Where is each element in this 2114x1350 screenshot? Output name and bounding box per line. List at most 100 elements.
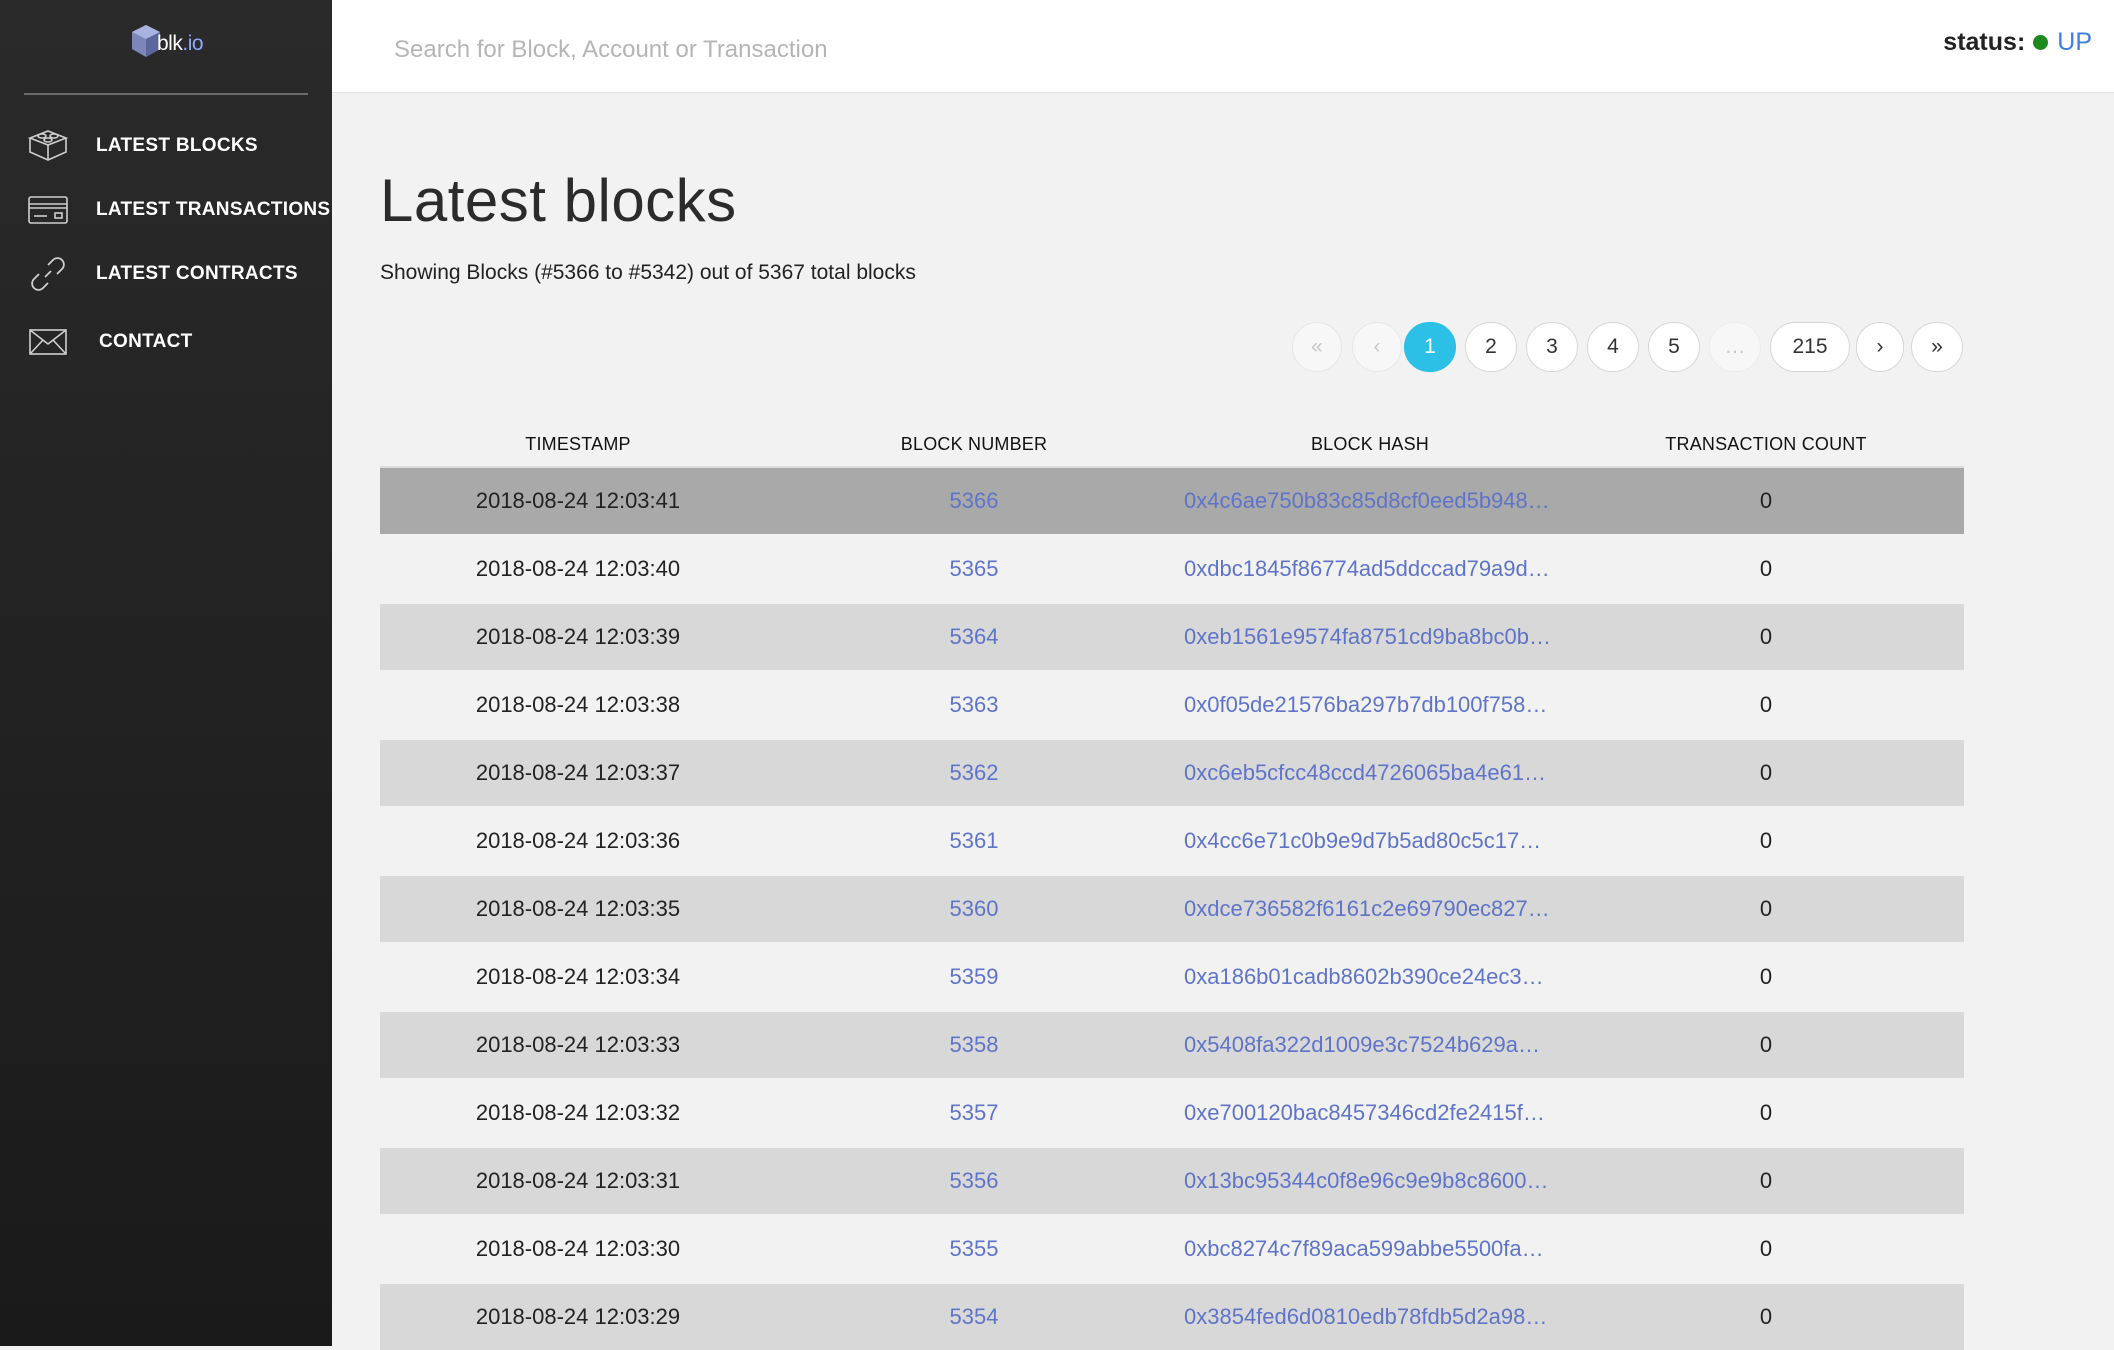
transaction-count-cell: 0 xyxy=(1759,1236,1773,1261)
timestamp-cell: 2018-08-24 12:03:41 xyxy=(475,488,681,513)
timestamp-cell: 2018-08-24 12:03:40 xyxy=(475,556,681,581)
block-hash-link[interactable]: 0x5408fa322d1009e3c7524b629a… xyxy=(1184,1032,1559,1058)
timestamp-cell: 2018-08-24 12:03:32 xyxy=(475,1100,681,1125)
last-page-button[interactable]: » xyxy=(1911,322,1963,372)
sidebar-item-label: LATEST TRANSACTIONS xyxy=(96,199,331,220)
block-hash-cell: 0xeb1561e9574fa8751cd9ba8bc0b… xyxy=(1172,604,1568,670)
block-hash-cell: 0xdce736582f6161c2e69790ec827… xyxy=(1172,876,1568,942)
sidebar-item-label: LATEST BLOCKS xyxy=(96,135,258,156)
block-hash-link[interactable]: 0x3854fed6d0810edb78fdb5d2a98… xyxy=(1184,1304,1559,1330)
block-hash-cell: 0xc6eb5cfcc48ccd4726065ba4e61… xyxy=(1172,740,1568,806)
blocks-summary: Showing Blocks (#5366 to #5342) out of 5… xyxy=(380,261,916,284)
block-number-link[interactable]: 5364 xyxy=(776,604,1172,670)
block-number-link[interactable]: 5360 xyxy=(776,876,1172,942)
page-button-2[interactable]: 2 xyxy=(1465,322,1517,372)
search-input[interactable] xyxy=(392,24,1296,76)
block-number-link[interactable]: 5361 xyxy=(776,808,1172,874)
top-bar: status: UP xyxy=(332,0,2114,93)
brand-text: blk.io xyxy=(157,32,204,56)
sidebar-item-latest-blocks[interactable]: LATEST BLOCKS xyxy=(0,118,332,174)
block-hash-link[interactable]: 0xa186b01cadb8602b390ce24ec3… xyxy=(1184,964,1559,990)
timestamp-cell: 2018-08-24 12:03:37 xyxy=(475,760,681,785)
logo[interactable]: blk.io xyxy=(131,24,204,58)
table-row[interactable]: 2018-08-24 12:03:36 5361 0x4cc6e71c0b9e9d7… xyxy=(380,808,1964,874)
table-row[interactable]: 2018-08-24 12:03:33 5358 0x5408fa322d1009e… xyxy=(380,1012,1964,1078)
transaction-count-cell: 0 xyxy=(1759,692,1773,717)
block-number-link[interactable]: 5358 xyxy=(776,1012,1172,1078)
transaction-count-cell: 0 xyxy=(1759,1100,1773,1125)
sidebar-item-label: LATEST CONTRACTS xyxy=(96,263,298,284)
block-hash-link[interactable]: 0x0f05de21576ba297b7db100f758… xyxy=(1184,692,1559,718)
transaction-count-cell: 0 xyxy=(1759,964,1773,989)
table-row[interactable]: 2018-08-24 12:03:32 5357 0xe700120bac84573… xyxy=(380,1080,1964,1146)
page-button-3[interactable]: 3 xyxy=(1526,322,1578,372)
block-number-link[interactable]: 5359 xyxy=(776,944,1172,1010)
column-header-block-hash: BLOCK HASH xyxy=(1310,434,1430,454)
sidebar-item-latest-contracts[interactable]: LATEST CONTRACTS xyxy=(0,246,332,302)
block-number-link[interactable]: 5354 xyxy=(776,1284,1172,1350)
block-number-link[interactable]: 5355 xyxy=(776,1216,1172,1282)
block-hash-link[interactable]: 0x13bc95344c0f8e96c9e9b8c8600… xyxy=(1184,1168,1559,1194)
first-page-button[interactable]: « xyxy=(1292,322,1342,372)
block-hash-link[interactable]: 0xeb1561e9574fa8751cd9ba8bc0b… xyxy=(1184,624,1559,650)
table-header: TIMESTAMP BLOCK NUMBER BLOCK HASH TRANSA… xyxy=(380,426,1964,468)
page-button-5[interactable]: 5 xyxy=(1648,322,1700,372)
page-button-4[interactable]: 4 xyxy=(1587,322,1639,372)
table-row[interactable]: 2018-08-24 12:03:30 5355 0xbc8274c7f89aca5… xyxy=(380,1216,1964,1282)
table-row[interactable]: 2018-08-24 12:03:40 5365 0xdbc1845f86774ad… xyxy=(380,536,1964,602)
timestamp-cell: 2018-08-24 12:03:29 xyxy=(475,1304,681,1329)
timestamp-cell: 2018-08-24 12:03:38 xyxy=(475,692,681,717)
table-row[interactable]: 2018-08-24 12:03:31 5356 0x13bc95344c0f8e9… xyxy=(380,1148,1964,1214)
pagination: « ‹ 1 2 3 4 5 … 215 › » xyxy=(0,322,2114,374)
table-row[interactable]: 2018-08-24 12:03:41 5366 0x4c6ae750b83c85d… xyxy=(380,468,1964,534)
block-hash-cell: 0xdbc1845f86774ad5ddccad79a9d… xyxy=(1172,536,1568,602)
sidebar-item-latest-transactions[interactable]: LATEST TRANSACTIONS xyxy=(0,182,332,238)
block-hash-cell: 0x0f05de21576ba297b7db100f758… xyxy=(1172,672,1568,738)
prev-page-button[interactable]: ‹ xyxy=(1352,322,1402,372)
block-hash-link[interactable]: 0x4cc6e71c0b9e9d7b5ad80c5c17… xyxy=(1184,828,1559,854)
block-hash-link[interactable]: 0xc6eb5cfcc48ccd4726065ba4e61… xyxy=(1184,760,1559,786)
timestamp-cell: 2018-08-24 12:03:39 xyxy=(475,624,681,649)
block-number-link[interactable]: 5356 xyxy=(776,1148,1172,1214)
block-hash-link[interactable]: 0xbc8274c7f89aca599abbe5500fa… xyxy=(1184,1236,1559,1262)
block-hash-link[interactable]: 0x4c6ae750b83c85d8cf0eed5b948… xyxy=(1184,488,1559,514)
pagination-ellipsis: … xyxy=(1709,322,1761,372)
table-row[interactable]: 2018-08-24 12:03:38 5363 0x0f05de21576ba29… xyxy=(380,672,1964,738)
transaction-count-cell: 0 xyxy=(1759,760,1773,785)
table-row[interactable]: 2018-08-24 12:03:29 5354 0x3854fed6d0810ed… xyxy=(380,1284,1964,1350)
block-number-link[interactable]: 5357 xyxy=(776,1080,1172,1146)
timestamp-cell: 2018-08-24 12:03:31 xyxy=(475,1168,681,1193)
block-number-link[interactable]: 5363 xyxy=(776,672,1172,738)
status-colon: : xyxy=(2016,28,2026,56)
block-hash-link[interactable]: 0xe700120bac8457346cd2fe2415f… xyxy=(1184,1100,1559,1126)
next-page-button[interactable]: › xyxy=(1856,322,1904,372)
transaction-count-cell: 0 xyxy=(1759,828,1773,853)
block-number-link[interactable]: 5362 xyxy=(776,740,1172,806)
transaction-count-cell: 0 xyxy=(1759,488,1773,513)
block-hash-cell: 0xa186b01cadb8602b390ce24ec3… xyxy=(1172,944,1568,1010)
table-row[interactable]: 2018-08-24 12:03:35 5360 0xdce736582f6161c… xyxy=(380,876,1964,942)
table-row[interactable]: 2018-08-24 12:03:37 5362 0xc6eb5cfcc48ccd4… xyxy=(380,740,1964,806)
page-button-1[interactable]: 1 xyxy=(1404,322,1456,372)
status-indicator: status: UP xyxy=(1943,28,2092,57)
block-hash-cell: 0x5408fa322d1009e3c7524b629a… xyxy=(1172,1012,1568,1078)
link-icon xyxy=(26,254,70,294)
transaction-count-cell: 0 xyxy=(1759,556,1773,581)
transaction-count-cell: 0 xyxy=(1759,1304,1773,1329)
block-hash-link[interactable]: 0xdbc1845f86774ad5ddccad79a9d… xyxy=(1184,556,1559,582)
block-number-link[interactable]: 5366 xyxy=(776,468,1172,534)
block-hash-link[interactable]: 0xdce736582f6161c2e69790ec827… xyxy=(1184,896,1559,922)
block-hash-cell: 0x3854fed6d0810edb78fdb5d2a98… xyxy=(1172,1284,1568,1350)
block-hash-cell: 0x13bc95344c0f8e96c9e9b8c8600… xyxy=(1172,1148,1568,1214)
column-header-timestamp: TIMESTAMP xyxy=(525,434,631,454)
block-hash-cell: 0x4c6ae750b83c85d8cf0eed5b948… xyxy=(1172,468,1568,534)
brand-name: blk xyxy=(157,32,183,55)
table-row[interactable]: 2018-08-24 12:03:39 5364 0xeb1561e9574fa87… xyxy=(380,604,1964,670)
sidebar-divider xyxy=(24,93,308,95)
timestamp-cell: 2018-08-24 12:03:36 xyxy=(475,828,681,853)
last-page-number-button[interactable]: 215 xyxy=(1770,322,1850,372)
block-number-link[interactable]: 5365 xyxy=(776,536,1172,602)
status-label: status xyxy=(1943,28,2017,56)
card-icon xyxy=(26,190,70,230)
table-row[interactable]: 2018-08-24 12:03:34 5359 0xa186b01cadb8602… xyxy=(380,944,1964,1010)
